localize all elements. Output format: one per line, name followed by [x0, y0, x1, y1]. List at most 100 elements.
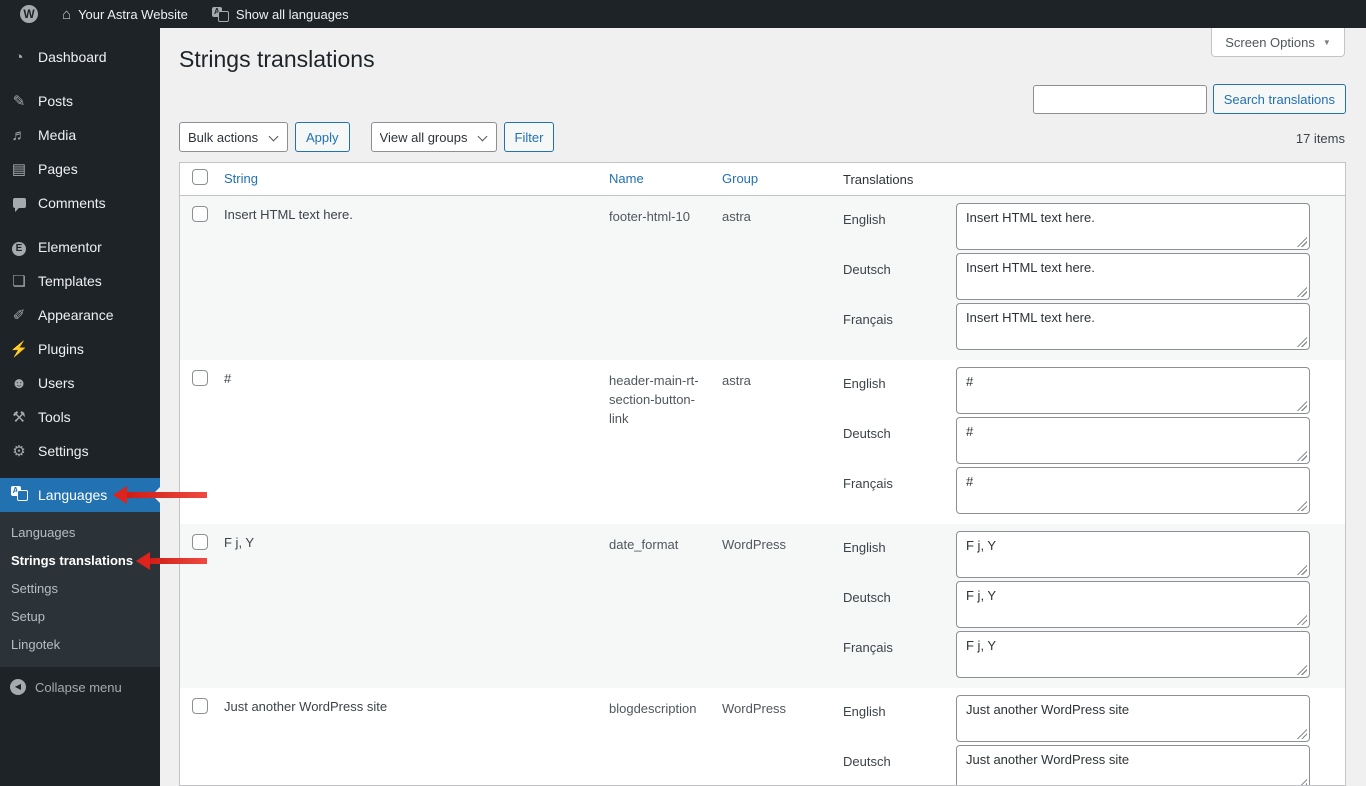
- settings-icon: ⚙: [9, 444, 29, 459]
- sidebar-item-label: Plugins: [38, 341, 84, 357]
- column-header-string[interactable]: String: [224, 171, 258, 186]
- sidebar-item-tools[interactable]: ⚒Tools: [0, 400, 160, 434]
- sidebar-item-pages[interactable]: ▤Pages: [0, 152, 160, 186]
- sidebar-item-posts[interactable]: ✎Posts: [0, 84, 160, 118]
- translation-textarea-français[interactable]: [956, 467, 1310, 514]
- screen-options-tab[interactable]: Screen Options ▼: [1211, 28, 1345, 57]
- sidebar-item-label: Media: [38, 127, 76, 143]
- resize-grip-icon[interactable]: [1297, 401, 1307, 411]
- name-cell: footer-html-10: [601, 196, 714, 360]
- site-link[interactable]: ⌂ Your Astra Website: [50, 0, 200, 28]
- sidebar-item-label: Templates: [38, 273, 102, 289]
- translation-textarea-english[interactable]: [956, 203, 1310, 250]
- translation-textarea-english[interactable]: [956, 531, 1310, 578]
- sidebar-item-comments[interactable]: Comments: [0, 186, 160, 220]
- translation-textarea-français[interactable]: [956, 303, 1310, 350]
- row-checkbox[interactable]: [192, 698, 208, 714]
- resize-grip-icon[interactable]: [1297, 337, 1307, 347]
- search-translations-button[interactable]: Search translations: [1213, 84, 1346, 114]
- translation-textarea-deutsch[interactable]: [956, 581, 1310, 628]
- sidebar-item-dashboard[interactable]: ◔Dashboard: [0, 40, 160, 74]
- column-header-translations: Translations: [829, 172, 1345, 187]
- language-label: Deutsch: [843, 745, 956, 786]
- sidebar-item-users[interactable]: ☻Users: [0, 366, 160, 400]
- translation-textarea-deutsch[interactable]: [956, 745, 1310, 786]
- row-checkbox[interactable]: [192, 534, 208, 550]
- resize-grip-icon[interactable]: [1297, 501, 1307, 511]
- resize-grip-icon[interactable]: [1297, 779, 1307, 786]
- apply-button[interactable]: Apply: [295, 122, 350, 152]
- column-header-group[interactable]: Group: [722, 171, 758, 186]
- submenu-item-languages[interactable]: Languages: [0, 519, 160, 547]
- sidebar-item-plugins[interactable]: ⚡Plugins: [0, 332, 160, 366]
- translations-cell: EnglishDeutschFrançais: [829, 524, 1345, 688]
- language-label: English: [843, 367, 956, 414]
- translation-textarea-deutsch[interactable]: [956, 253, 1310, 300]
- collapse-menu-label: Collapse menu: [35, 680, 122, 695]
- filter-button[interactable]: Filter: [504, 122, 555, 152]
- sidebar-item-label: Comments: [38, 195, 106, 211]
- column-header-name[interactable]: Name: [609, 171, 644, 186]
- resize-grip-icon[interactable]: [1297, 729, 1307, 739]
- group-cell: WordPress: [714, 688, 829, 786]
- row-checkbox[interactable]: [192, 370, 208, 386]
- items-count: 17 items: [1296, 131, 1345, 146]
- red-arrow-languages: [127, 492, 207, 498]
- admin-bar: W ⌂ Your Astra Website Show all language…: [0, 0, 1366, 28]
- textarea-wrap: [956, 631, 1310, 678]
- string-cell: Just another WordPress site: [216, 688, 601, 786]
- table-row: Insert HTML text here.footer-html-10astr…: [180, 196, 1345, 360]
- group-cell: astra: [714, 360, 829, 524]
- translations-cell: EnglishDeutschFrançais: [829, 196, 1345, 360]
- sidebar-item-label: Dashboard: [38, 49, 107, 65]
- group-cell: WordPress: [714, 524, 829, 688]
- translation-row: English: [843, 367, 1345, 414]
- translation-row: English: [843, 203, 1345, 250]
- translation-textarea-français[interactable]: [956, 631, 1310, 678]
- media-icon: ♬: [9, 128, 29, 143]
- table-header-row: String Name Group Translations: [180, 163, 1345, 196]
- collapse-menu-button[interactable]: ◀ Collapse menu: [0, 673, 160, 701]
- group-filter-select[interactable]: View all groups: [371, 122, 497, 152]
- resize-grip-icon[interactable]: [1297, 451, 1307, 461]
- menu-separator: [0, 74, 160, 84]
- textarea-wrap: [956, 253, 1310, 300]
- translation-textarea-english[interactable]: [956, 695, 1310, 742]
- row-checkbox[interactable]: [192, 206, 208, 222]
- wordpress-menu[interactable]: W: [8, 0, 50, 28]
- menu-separator: [0, 220, 160, 230]
- show-all-languages[interactable]: Show all languages: [200, 0, 361, 28]
- submenu-item-lingotek[interactable]: Lingotek: [0, 631, 160, 659]
- resize-grip-icon[interactable]: [1297, 565, 1307, 575]
- select-all-cell: [180, 169, 216, 190]
- translate-icon: [9, 486, 29, 504]
- translation-textarea-english[interactable]: [956, 367, 1310, 414]
- sidebar-item-templates[interactable]: ❏Templates: [0, 264, 160, 298]
- name-cell: blogdescription: [601, 688, 714, 786]
- sidebar-item-elementor[interactable]: EElementor: [0, 230, 160, 264]
- resize-grip-icon[interactable]: [1297, 615, 1307, 625]
- table-row: #header-main-rt-section-button-linkastra…: [180, 360, 1345, 524]
- submenu-item-settings[interactable]: Settings: [0, 575, 160, 603]
- bulk-actions-select[interactable]: Bulk actions: [179, 122, 288, 152]
- user-icon: ☻: [9, 376, 29, 391]
- sidebar-item-settings[interactable]: ⚙Settings: [0, 434, 160, 468]
- name-cell: date_format: [601, 524, 714, 688]
- sidebar-item-media[interactable]: ♬ Media: [0, 118, 160, 152]
- sidebar-item-appearance[interactable]: ✐Appearance: [0, 298, 160, 332]
- resize-grip-icon[interactable]: [1297, 665, 1307, 675]
- translation-textarea-deutsch[interactable]: [956, 417, 1310, 464]
- textarea-wrap: [956, 367, 1310, 414]
- show-all-languages-label: Show all languages: [236, 7, 349, 22]
- site-name: Your Astra Website: [78, 7, 188, 22]
- search-input[interactable]: [1033, 85, 1207, 114]
- submenu-item-setup[interactable]: Setup: [0, 603, 160, 631]
- textarea-wrap: [956, 531, 1310, 578]
- screen-options-label: Screen Options: [1225, 35, 1315, 50]
- resize-grip-icon[interactable]: [1297, 237, 1307, 247]
- language-label: English: [843, 203, 956, 250]
- translations-cell: EnglishDeutsch: [829, 688, 1345, 786]
- select-all-checkbox[interactable]: [192, 169, 208, 185]
- table-row: Just another WordPress siteblogdescripti…: [180, 688, 1345, 786]
- resize-grip-icon[interactable]: [1297, 287, 1307, 297]
